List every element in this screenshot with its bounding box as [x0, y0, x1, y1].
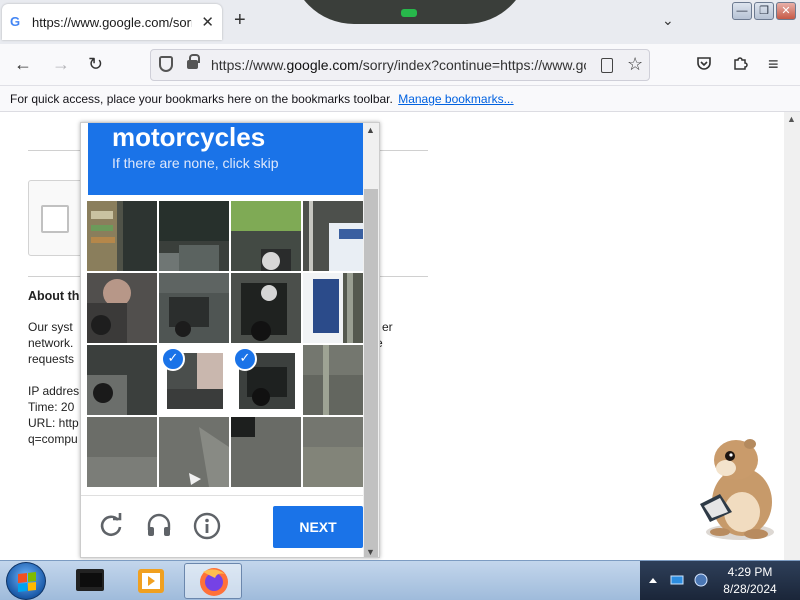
- image-tile[interactable]: [87, 417, 157, 487]
- back-arrow-icon[interactable]: ←: [14, 54, 32, 74]
- extensions-puzzle-icon[interactable]: [732, 55, 748, 75]
- url-rest: /sorry/index?continue=https://www.google…: [358, 57, 586, 73]
- firefox-app-button[interactable]: [184, 563, 242, 599]
- camera-indicator: [401, 9, 417, 17]
- selected-check-icon: ✓: [233, 347, 257, 371]
- scroll-up-arrow-icon[interactable]: ▲: [366, 125, 375, 135]
- url-prefix: https://www.: [211, 57, 287, 73]
- google-favicon-icon: G: [10, 14, 21, 29]
- volume-icon[interactable]: [694, 573, 708, 587]
- bookmarks-toolbar: For quick access, place your bookmarks h…: [0, 86, 800, 112]
- tab-bar: G https://www.google.com/sorry/index?con…: [0, 0, 800, 44]
- challenge-target: motorcycles: [112, 122, 266, 152]
- url-text[interactable]: https://www.google.com/sorry/index?conti…: [211, 57, 586, 73]
- hamburger-menu-icon[interactable]: ≡: [768, 54, 779, 74]
- selected-check-icon: ✓: [161, 347, 185, 371]
- reload-page-icon[interactable]: ↻: [88, 54, 103, 74]
- restore-button[interactable]: ❐: [754, 2, 774, 20]
- image-tile[interactable]: [87, 345, 157, 415]
- text-line-3: requests: [28, 352, 75, 366]
- close-window-button[interactable]: ✕: [776, 2, 796, 20]
- time-line: Time: 20: [28, 400, 75, 414]
- image-tile[interactable]: [159, 417, 229, 487]
- taskbar: 4:29 PM 8/28/2024: [0, 560, 800, 600]
- navigation-toolbar: ← → ↻ https://www.google.com/sorry/index…: [0, 44, 800, 86]
- bookmark-star-icon[interactable]: ☆: [627, 54, 643, 75]
- image-tile[interactable]: [231, 273, 301, 343]
- clock-time: 4:29 PM: [727, 565, 773, 579]
- minimize-button[interactable]: —: [732, 2, 752, 20]
- challenge-footer: NEXT: [81, 495, 365, 557]
- audio-challenge-headphones-icon[interactable]: [145, 512, 173, 540]
- window-controls: — ❐ ✕: [732, 2, 796, 20]
- windows-logo-icon: [18, 572, 36, 592]
- tab-google-sorry[interactable]: G https://www.google.com/sorry/index?con…: [2, 4, 222, 40]
- lock-icon[interactable]: [187, 54, 200, 69]
- image-tile[interactable]: [159, 273, 229, 343]
- about-heading: About th: [28, 289, 80, 303]
- image-grid: ✓ ✓: [87, 201, 373, 489]
- text-fragment-right-1: er: [382, 320, 393, 334]
- image-tile[interactable]: [87, 201, 157, 271]
- system-clock[interactable]: 4:29 PM 8/28/2024: [720, 564, 780, 598]
- next-button[interactable]: NEXT: [273, 506, 363, 548]
- hamster-desktop-pet[interactable]: [680, 432, 780, 544]
- bookmarks-hint: For quick access, place your bookmarks h…: [10, 92, 393, 106]
- query-line: q=compu: [28, 432, 78, 446]
- text-line-2: network.: [28, 336, 74, 350]
- media-player-app-button[interactable]: [122, 563, 180, 599]
- terminal-app-button[interactable]: [62, 563, 120, 599]
- scroll-up-arrow-icon[interactable]: ▲: [787, 114, 796, 124]
- tracking-protection-shield-icon[interactable]: [159, 56, 173, 72]
- url-line: URL: http: [28, 416, 79, 430]
- page-scrollbar[interactable]: ▲: [784, 112, 800, 560]
- recaptcha-challenge-popup: motorcycles If there are none, click ski…: [80, 122, 380, 558]
- reader-view-icon[interactable]: [601, 58, 613, 73]
- network-icon[interactable]: [670, 573, 684, 587]
- image-tile[interactable]: [159, 201, 229, 271]
- challenge-scrollbar[interactable]: ▲ ▼: [363, 123, 379, 557]
- start-button[interactable]: [6, 562, 46, 600]
- manage-bookmarks-link[interactable]: Manage bookmarks...: [398, 92, 513, 106]
- camera-notch: [290, 0, 530, 24]
- ip-address-line: IP addres: [28, 384, 80, 398]
- scroll-down-arrow-icon[interactable]: ▼: [366, 547, 375, 557]
- new-tab-button[interactable]: +: [234, 10, 246, 30]
- info-icon[interactable]: [193, 512, 221, 540]
- text-line-1: Our syst: [28, 320, 73, 334]
- tab-close-icon[interactable]: ✕: [201, 13, 214, 31]
- tab-title: https://www.google.com/sorry/index?conti…: [32, 14, 192, 30]
- url-domain: google.com: [286, 57, 359, 73]
- list-all-tabs-icon[interactable]: ⌄: [662, 12, 674, 29]
- scrollbar-thumb[interactable]: [364, 189, 378, 557]
- address-bar[interactable]: https://www.google.com/sorry/index?conti…: [150, 49, 650, 81]
- screen: G https://www.google.com/sorry/index?con…: [0, 0, 800, 600]
- recaptcha-checkbox[interactable]: [41, 205, 69, 233]
- challenge-header: motorcycles If there are none, click ski…: [88, 123, 364, 195]
- image-tile-selected[interactable]: ✓: [231, 345, 301, 415]
- forward-arrow-icon[interactable]: →: [52, 54, 70, 74]
- image-tile[interactable]: [231, 201, 301, 271]
- show-hidden-icons-icon[interactable]: [646, 573, 660, 587]
- image-tile-selected[interactable]: ✓: [159, 345, 229, 415]
- reload-challenge-icon[interactable]: [97, 512, 125, 540]
- image-tile[interactable]: [231, 417, 301, 487]
- challenge-instructions: If there are none, click skip: [112, 155, 279, 171]
- image-tile[interactable]: [87, 273, 157, 343]
- clock-date: 8/28/2024: [723, 582, 777, 596]
- pocket-icon[interactable]: [696, 55, 712, 75]
